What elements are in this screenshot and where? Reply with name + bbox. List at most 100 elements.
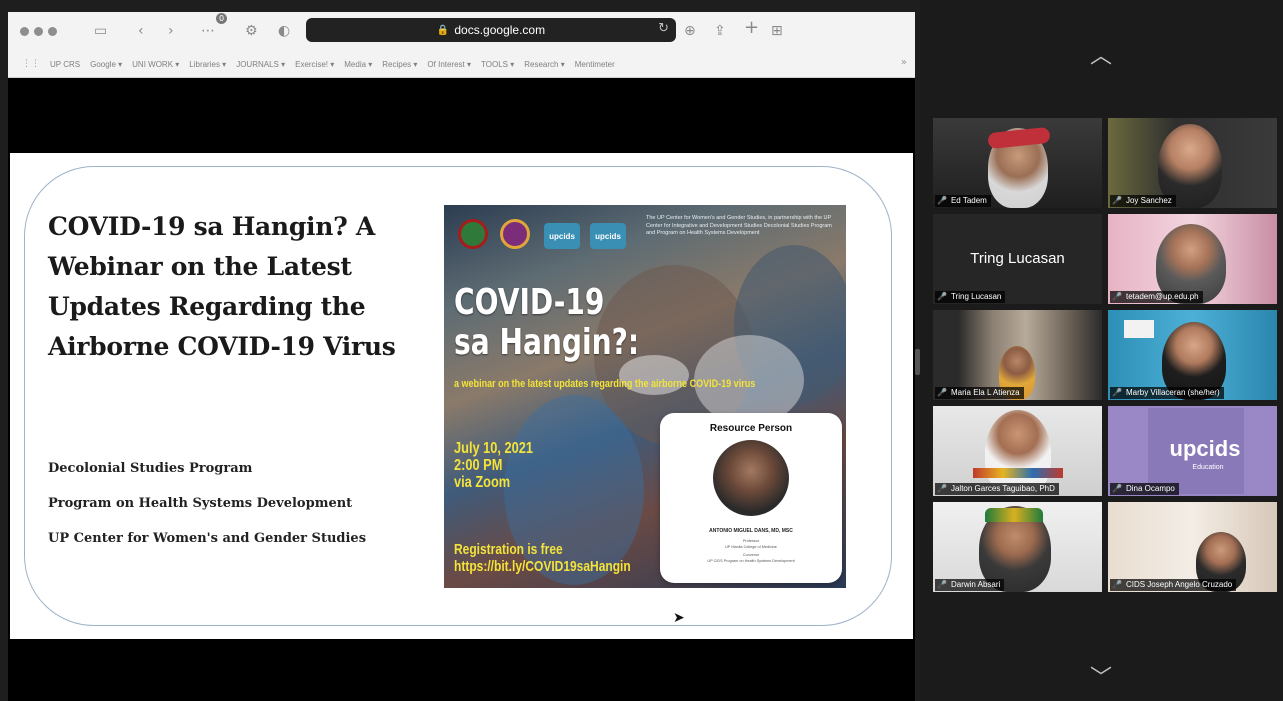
participant-name: Dina Ocampo	[1125, 484, 1175, 493]
bookmark-item[interactable]: Libraries ▾	[189, 60, 226, 69]
scroll-up-chevron-icon[interactable]: ︿	[1090, 38, 1112, 70]
poster-registration-link: https://bit.ly/COVID19saHangin	[454, 558, 631, 575]
bookmark-item[interactable]: Google ▾	[90, 60, 122, 69]
virtual-background-subtext: Education	[1192, 464, 1224, 471]
participant-name: tetadem@up.edu.ph	[1125, 292, 1199, 301]
new-tab-icon[interactable]: +	[744, 18, 759, 38]
participant-name: Tring Lucasan	[950, 292, 1002, 301]
muted-mic-icon: 🎤	[1112, 292, 1122, 301]
poster-subtitle: a webinar on the latest updates regardin…	[454, 378, 756, 390]
muted-mic-icon: 🎤	[937, 484, 947, 493]
presentation-slide: COVID-19 sa Hangin? A Webinar on the Lat…	[10, 153, 913, 639]
poster-registration: Registration is free https://bit.ly/COVI…	[454, 541, 631, 575]
resource-person-role: Professor	[742, 539, 760, 543]
resource-person-role: UP Manila College of Medicine	[725, 545, 777, 549]
participant-tile[interactable]: 🎤 Jalton Garces Taguibao, PhD	[933, 406, 1102, 496]
cwgs-logo	[500, 219, 530, 249]
privacy-shield-icon[interactable]: ◐	[278, 21, 290, 41]
participant-name-bar: 🎤 Ed Tadem	[935, 195, 991, 207]
bookmark-item[interactable]: JOURNALS ▾	[236, 60, 285, 69]
reload-icon[interactable]: ↻	[658, 21, 669, 36]
participants-gallery: ︿ 🎤 Ed Tadem 🎤 Joy Sanchez Tring Lucasan 🎤…	[920, 0, 1283, 701]
bookmark-item[interactable]: Media ▾	[344, 60, 372, 69]
muted-mic-icon: 🎤	[937, 196, 947, 205]
window-zoom-dot[interactable]	[48, 27, 57, 36]
participant-tile[interactable]: 🎤 Darwin Absari	[933, 502, 1102, 592]
participant-name-bar: 🎤 Joy Sanchez	[1110, 195, 1176, 207]
participant-tile[interactable]: 🎤 Maria Ela L Atienza	[933, 310, 1102, 400]
extension-icon[interactable]: ⋯	[201, 21, 215, 41]
bookmark-item[interactable]: Recipes ▾	[382, 60, 417, 69]
program-line: Program on Health Systems Development	[48, 496, 353, 511]
muted-mic-icon: 🎤	[1112, 484, 1122, 493]
gear-icon[interactable]: ⚙	[245, 21, 258, 41]
share-icon[interactable]: ⇪	[714, 21, 726, 41]
resource-person-card: Resource Person ANTONIO MIGUEL DANS, MD,…	[660, 413, 842, 583]
participant-tile[interactable]: 🎤 Joy Sanchez	[1108, 118, 1277, 208]
participant-name: Joy Sanchez	[1125, 196, 1172, 205]
poster-date-line: 2:00 PM	[454, 457, 503, 474]
participant-tile-active-speaker[interactable]: 🎤 Marby Villaceran (she/her)	[1108, 310, 1277, 400]
resource-person-name: ANTONIO MIGUEL DANS, MD, MSC	[709, 528, 793, 534]
address-bar[interactable]: 🔒 docs.google.com ↻	[306, 18, 676, 42]
participant-name-bar: 🎤 tetadem@up.edu.ph	[1110, 291, 1203, 303]
participant-name-bar: 🎤 CIDS Joseph Angelo Cruzado	[1110, 579, 1237, 591]
participant-name-bar: 🎤 Darwin Absari	[935, 579, 1005, 591]
participant-name: Marby Villaceran (she/her)	[1125, 388, 1220, 397]
muted-mic-icon: 🎤	[1112, 196, 1122, 205]
more-bookmarks-icon[interactable]: »	[901, 57, 907, 68]
poster-organizers: The UP Center for Women's and Gender Stu…	[646, 215, 832, 236]
window-close-dot[interactable]	[20, 27, 29, 36]
upcids-logo: upcids	[544, 223, 580, 249]
bookmark-item[interactable]: Mentimeter	[575, 60, 615, 69]
muted-mic-icon: 🎤	[937, 388, 947, 397]
resource-person-title: Resource Person	[709, 423, 793, 434]
slide-title: COVID-19 sa Hangin? A Webinar on the Lat…	[48, 212, 396, 361]
participant-name: Ed Tadem	[950, 196, 987, 205]
bookmark-item[interactable]: Exercise! ▾	[295, 60, 334, 69]
program-line: Decolonial Studies Program	[48, 461, 253, 476]
scroll-down-chevron-icon[interactable]: ﹀	[1090, 660, 1112, 692]
muted-mic-icon: 🎤	[1112, 388, 1122, 397]
muted-mic-icon: 🎤	[1112, 580, 1122, 589]
participant-name: Jalton Garces Taguibao, PhD	[950, 484, 1055, 493]
extension-badge: 0	[216, 13, 227, 24]
program-line: UP Center for Women's and Gender Studies	[48, 531, 367, 546]
mouse-cursor-icon: ➤	[673, 610, 685, 626]
participant-name: Maria Ela L Atienza	[950, 388, 1020, 397]
participant-name: CIDS Joseph Angelo Cruzado	[1125, 580, 1233, 589]
shared-screen: ▭ ‹ › ⋯ 0 ⚙ ◐ 🔒 docs.google.com ↻ ⊕ ⇪ + …	[8, 12, 915, 701]
participant-name-bar: 🎤 Jalton Garces Taguibao, PhD	[935, 483, 1059, 495]
participant-name-bar: 🎤 Dina Ocampo	[1110, 483, 1179, 495]
resource-person-role: Convenor	[742, 553, 760, 557]
lock-icon: 🔒	[436, 24, 450, 36]
sidebar-icon[interactable]: ▭	[94, 21, 107, 41]
virtual-background-text: upcids	[1169, 436, 1241, 461]
back-icon[interactable]: ‹	[138, 21, 144, 41]
participant-tile[interactable]: 🎤 Ed Tadem	[933, 118, 1102, 208]
upcids-logo: upcids	[590, 223, 626, 249]
bookmarks-bar: ⋮⋮ UP CRS Google ▾ UNI WORK ▾ Libraries …	[8, 52, 915, 76]
poster-headline-line: sa Hangin?:	[454, 322, 640, 363]
participant-tile[interactable]: Tring Lucasan 🎤 Tring Lucasan	[933, 214, 1102, 304]
browser-chrome: ▭ ‹ › ⋯ 0 ⚙ ◐ 🔒 docs.google.com ↻ ⊕ ⇪ + …	[8, 12, 915, 78]
bookmark-item[interactable]: Of Interest ▾	[427, 60, 471, 69]
download-icon[interactable]: ⊕	[684, 21, 696, 41]
bookmark-item[interactable]: Research ▾	[524, 60, 564, 69]
bookmark-item[interactable]: UP CRS	[50, 60, 80, 69]
participant-tile[interactable]: 🎤 CIDS Joseph Angelo Cruzado	[1108, 502, 1277, 592]
participant-name: Darwin Absari	[950, 580, 1001, 589]
window-minimize-dot[interactable]	[34, 27, 43, 36]
up-seal-logo	[458, 219, 488, 249]
tab-overview-icon[interactable]: ⊞	[771, 21, 783, 41]
poster-date-line: via Zoom	[454, 474, 511, 491]
url-text: docs.google.com	[454, 23, 546, 37]
participant-tile[interactable]: 🎤 tetadem@up.edu.ph	[1108, 214, 1277, 304]
apps-grid-icon[interactable]: ⋮⋮	[22, 59, 40, 69]
poster-headline-line: COVID-19	[454, 282, 605, 323]
poster-headline: COVID-19 sa Hangin?:	[454, 283, 639, 363]
participant-tile[interactable]: upcids Education 🎤 Dina Ocampo	[1108, 406, 1277, 496]
bookmark-item[interactable]: TOOLS ▾	[481, 60, 514, 69]
bookmark-item[interactable]: UNI WORK ▾	[132, 60, 179, 69]
forward-icon[interactable]: ›	[168, 21, 174, 41]
